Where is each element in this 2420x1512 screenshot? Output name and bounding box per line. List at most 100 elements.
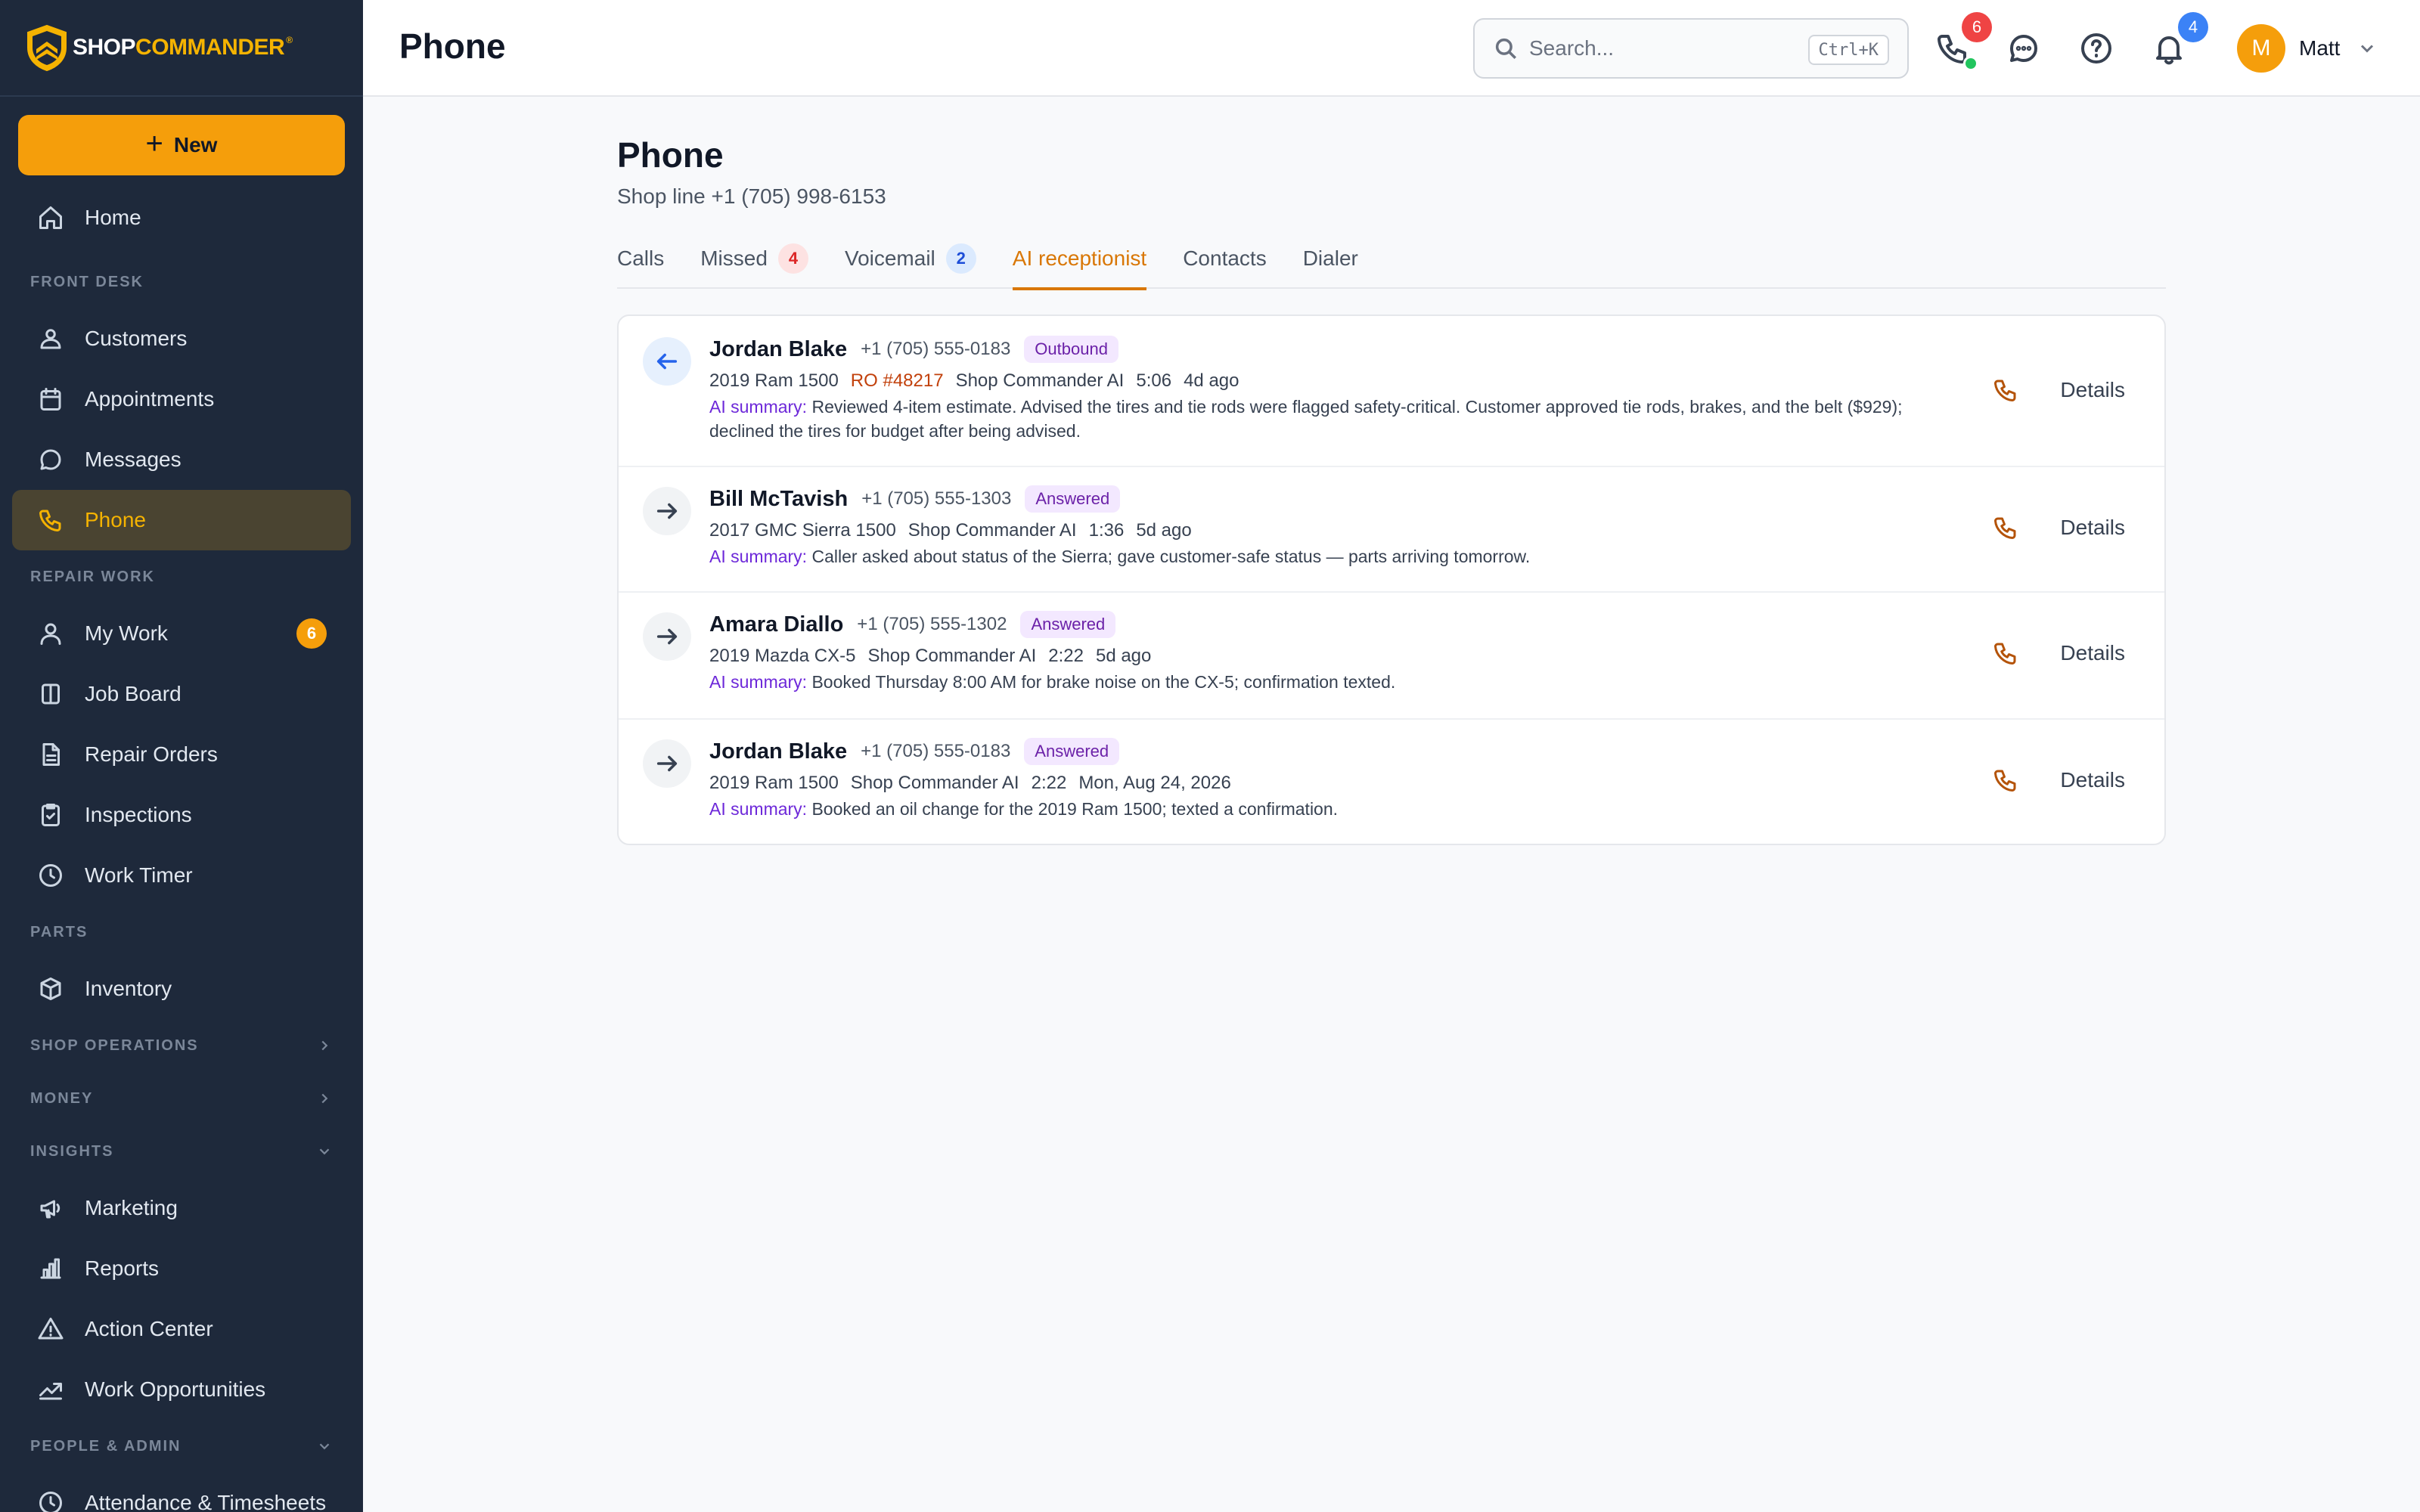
sidebar-item-inventory[interactable]: Inventory (0, 959, 363, 1019)
caller-phone: +1 (705) 555-0183 (861, 339, 1011, 359)
repair-order-link[interactable]: RO #48217 (851, 370, 944, 392)
sidebar-item-label: Work Opportunities (85, 1377, 266, 1401)
warning-icon (36, 1315, 65, 1343)
search-input[interactable]: Search... Ctrl+K (1473, 18, 1909, 79)
tab-voicemail[interactable]: Voicemail 2 (845, 234, 976, 289)
calendar-icon (36, 385, 65, 414)
online-status-dot (1963, 56, 1978, 71)
call-back-icon[interactable] (1992, 767, 2022, 797)
sidebar-item-work-opportunities[interactable]: Work Opportunities (0, 1359, 363, 1420)
notifications-button[interactable]: 4 (2146, 12, 2208, 71)
voicemail-count-badge: 2 (945, 243, 976, 274)
vehicle: 2019 Mazda CX-5 (709, 646, 856, 666)
details-button[interactable]: Details (2060, 516, 2125, 540)
section-insights[interactable]: INSIGHTS (0, 1125, 363, 1178)
user-icon (36, 619, 65, 648)
duration: 5:06 (1136, 370, 1172, 391)
ai-summary: AI summary: Reviewed 4-item estimate. Ad… (709, 397, 1903, 441)
sidebar-item-label: My Work (85, 621, 168, 645)
section-people-admin[interactable]: PEOPLE & ADMIN (0, 1420, 363, 1473)
sidebar-item-reports[interactable]: Reports (0, 1238, 363, 1299)
tab-calls[interactable]: Calls (617, 234, 664, 289)
home-icon (36, 203, 65, 232)
sidebar-item-label: Appointments (85, 387, 215, 411)
agent: Shop Commander AI (908, 520, 1077, 541)
sidebar-item-repair-orders[interactable]: Repair Orders (0, 724, 363, 785)
call-row[interactable]: Jordan Blake +1 (705) 555-0183 Answered … (619, 720, 2164, 844)
call-row[interactable]: Amara Diallo +1 (705) 555-1302 Answered … (619, 593, 2164, 720)
section-shop-operations[interactable]: SHOP OPERATIONS (0, 1019, 363, 1072)
plus-icon: + (145, 127, 163, 160)
sidebar-item-label: Action Center (85, 1317, 213, 1340)
new-button[interactable]: + New (18, 115, 345, 175)
call-back-icon[interactable] (1992, 376, 2022, 407)
details-button[interactable]: Details (2060, 641, 2125, 665)
call-row[interactable]: Jordan Blake +1 (705) 555-0183 Outbound … (619, 316, 2164, 467)
sidebar-item-home[interactable]: Home (0, 187, 363, 248)
duration: 2:22 (1031, 773, 1067, 793)
sidebar-item-action-center[interactable]: Action Center (0, 1299, 363, 1359)
phone-badge: 6 (1962, 12, 1992, 42)
ai-summary: AI summary: Booked Thursday 8:00 AM for … (709, 672, 1396, 692)
section-repair-work: REPAIR WORK (30, 568, 155, 585)
details-button[interactable]: Details (2060, 768, 2125, 792)
sidebar-item-label: Inventory (85, 977, 172, 1000)
board-icon (36, 680, 65, 708)
messages-button[interactable] (2001, 26, 2046, 71)
sidebar-item-attendance[interactable]: Attendance & Timesheets (0, 1473, 363, 1512)
tab-missed[interactable]: Missed 4 (700, 234, 808, 289)
tab-contacts[interactable]: Contacts (1183, 234, 1267, 289)
call-row[interactable]: Bill McTavish +1 (705) 555-1303 Answered… (619, 467, 2164, 593)
document-icon (36, 740, 65, 769)
duration: 1:36 (1088, 520, 1125, 541)
inbound-arrow-icon (643, 487, 691, 535)
ai-summary: AI summary: Booked an oil change for the… (709, 799, 1339, 819)
tab-dialer[interactable]: Dialer (1303, 234, 1358, 289)
brand-logo[interactable]: SHOPCOMMANDER ® (0, 0, 363, 97)
tab-ai-receptionist[interactable]: AI receptionist (1012, 234, 1147, 290)
vehicle: 2019 Ram 1500 (709, 773, 839, 793)
status-badge: Outbound (1024, 336, 1118, 363)
ai-summary: AI summary: Caller asked about status of… (709, 547, 1531, 566)
status-badge: Answered (1020, 611, 1116, 638)
header-title: Phone (399, 26, 506, 66)
clock-icon (36, 861, 65, 890)
new-button-label: New (173, 133, 218, 156)
phone-tabs: Calls Missed 4 Voicemail 2 AI receptionist… (617, 234, 2166, 290)
section-money[interactable]: MONEY (0, 1072, 363, 1125)
timestamp: 4d ago (1184, 370, 1239, 391)
phone-status-button[interactable]: 6 (1930, 12, 1992, 71)
sidebar-item-label: Reports (85, 1256, 160, 1280)
sidebar-item-inspections[interactable]: Inspections (0, 785, 363, 845)
sidebar-item-appointments[interactable]: Appointments (0, 369, 363, 429)
sidebar-item-job-board[interactable]: Job Board (0, 664, 363, 724)
status-badge: Answered (1024, 738, 1120, 765)
search-icon (1495, 38, 1517, 60)
sidebar: SHOPCOMMANDER ® + New Home FRONT DESK Cus… (0, 0, 363, 1512)
vehicle: 2019 Ram 1500 (709, 370, 839, 391)
agent: Shop Commander AI (955, 370, 1125, 391)
phone-icon (36, 506, 65, 534)
call-back-icon[interactable] (1992, 640, 2022, 670)
call-back-icon[interactable] (1992, 514, 2022, 544)
clipboard-check-icon (36, 801, 65, 829)
user-menu[interactable]: M Matt (2237, 24, 2378, 73)
sidebar-item-messages[interactable]: Messages (0, 429, 363, 490)
notifications-badge: 4 (2178, 12, 2208, 42)
chevron-right-icon (316, 1037, 333, 1054)
clock-icon (36, 1489, 65, 1512)
sidebar-item-customers[interactable]: Customers (0, 308, 363, 369)
chevron-right-icon (316, 1090, 333, 1107)
sidebar-nav: Home FRONT DESK Customers Appointments M… (0, 187, 363, 1512)
caller-name: Jordan Blake (709, 739, 848, 764)
avatar: M (2237, 24, 2285, 73)
help-button[interactable] (2074, 26, 2119, 71)
sidebar-item-marketing[interactable]: Marketing (0, 1178, 363, 1238)
sidebar-item-label: Phone (85, 508, 146, 531)
sidebar-item-phone[interactable]: Phone (12, 490, 351, 550)
sidebar-item-my-work[interactable]: My Work 6 (0, 603, 363, 664)
section-front-desk: FRONT DESK (30, 273, 144, 290)
sidebar-item-label: Attendance & Timesheets (85, 1491, 327, 1512)
sidebar-item-work-timer[interactable]: Work Timer (0, 845, 363, 906)
details-button[interactable]: Details (2060, 378, 2125, 402)
